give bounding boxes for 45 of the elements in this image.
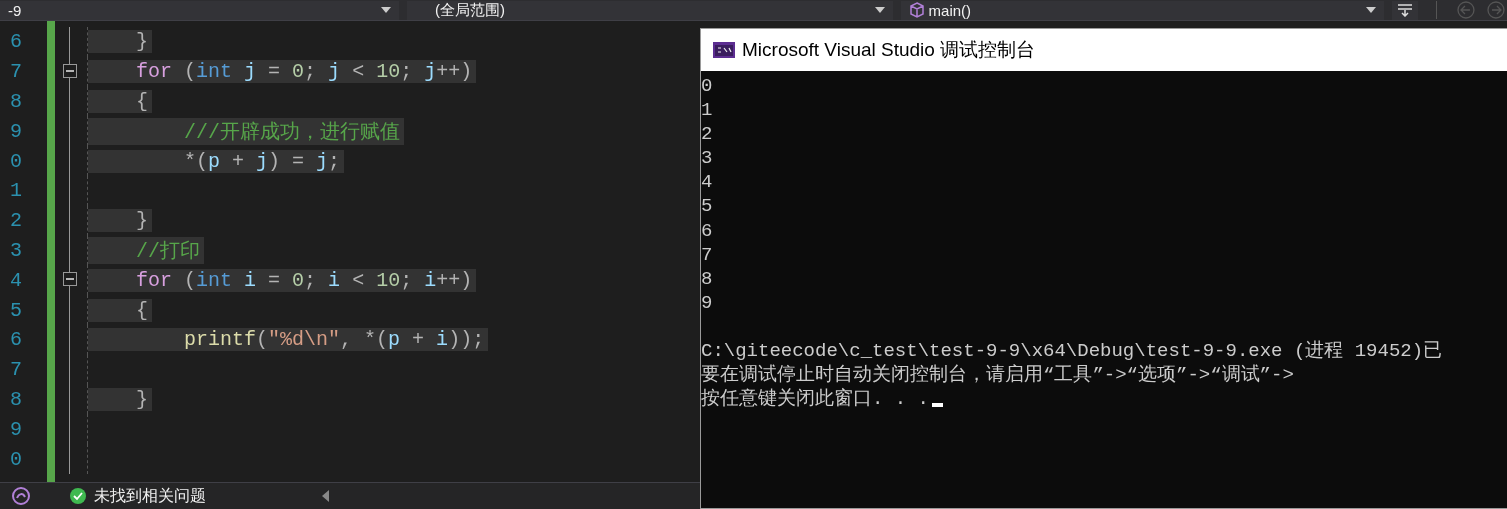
console-output: 7 (701, 243, 713, 266)
caret-icon (380, 7, 391, 13)
line-number: 6 (9, 328, 22, 352)
check-icon (70, 488, 86, 504)
line-number: 8 (9, 90, 22, 113)
split-button[interactable] (1392, 0, 1419, 20)
console-output: 6 (701, 219, 713, 242)
scroll-left-icon[interactable] (321, 490, 331, 502)
console-output: 8 (701, 267, 713, 290)
window-title: Microsoft Visual Studio 调试控制台 (742, 38, 1036, 62)
scope-dropdown[interactable]: -9 (0, 0, 399, 20)
console-icon (713, 42, 735, 58)
line-number: 6 (9, 30, 22, 54)
console-output: 0 (701, 75, 713, 97)
line-number: 5 (9, 298, 22, 322)
cube-icon (908, 2, 925, 18)
text-cursor (932, 403, 943, 408)
line-number: 2 (9, 209, 22, 233)
line-number: 0 (9, 149, 22, 173)
console-output: 1 (701, 99, 713, 122)
console-message: 要在调试停止时自动关闭控制台，请启用“工具”->“选项”->“调试”-> (701, 364, 1294, 387)
scope-dropdown[interactable]: main() (900, 0, 1385, 20)
line-number: 7 (9, 358, 22, 382)
line-number: 9 (9, 417, 22, 441)
console-message: C:\giteecode\c_test\test-9-9\x64\Debug\test-9-9.exe (进程 19452)已 (701, 340, 1443, 363)
line-number: 3 (9, 238, 22, 262)
scope-dropdown[interactable]: (全局范围) (406, 0, 893, 20)
console-output: 9 (701, 291, 713, 314)
line-number: 7 (9, 60, 22, 84)
collapse-icon[interactable] (63, 272, 77, 287)
line-number: 4 (9, 268, 22, 292)
line-number: 8 (9, 387, 22, 411)
caret-icon (1366, 7, 1377, 13)
console-message: 按任意键关闭此窗口. . . (701, 388, 929, 411)
console-output: 4 (701, 171, 713, 194)
caret-icon (874, 7, 885, 13)
line-number: 9 (9, 119, 22, 143)
line-number: 0 (9, 447, 22, 471)
console-output: 5 (701, 195, 713, 218)
status-message: 未找到相关问题 (94, 485, 206, 506)
line-number: 1 (9, 179, 22, 203)
console-output: 3 (701, 147, 713, 170)
swirl-icon[interactable] (10, 485, 32, 507)
console-output: 2 (701, 123, 713, 146)
collapse-icon[interactable] (63, 63, 77, 78)
